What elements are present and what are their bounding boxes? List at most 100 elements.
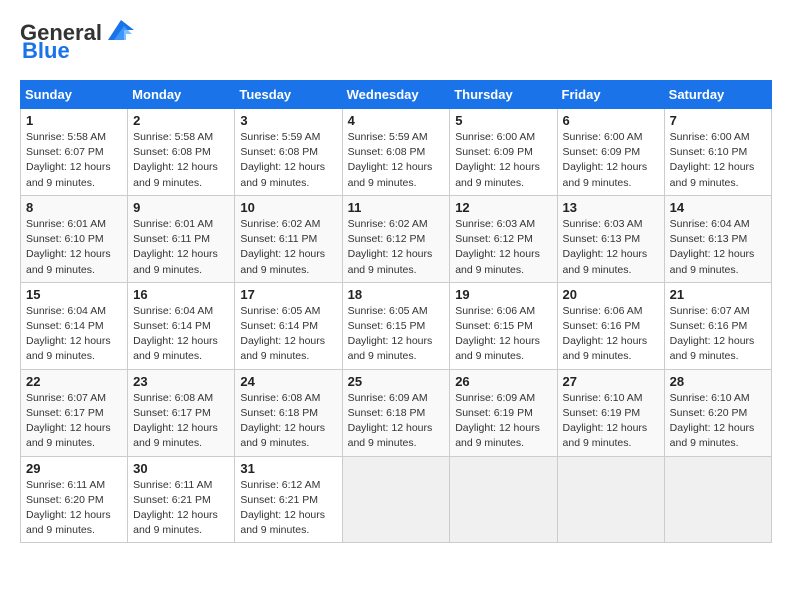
day-info: Sunrise: 6:02 AM Sunset: 6:12 PM Dayligh… — [348, 217, 445, 278]
calendar-header-row: SundayMondayTuesdayWednesdayThursdayFrid… — [21, 81, 772, 109]
day-number: 8 — [26, 200, 122, 215]
calendar-cell: 13 Sunrise: 6:03 AM Sunset: 6:13 PM Dayl… — [557, 195, 664, 282]
day-number: 25 — [348, 374, 445, 389]
day-number: 19 — [455, 287, 551, 302]
calendar-cell: 15 Sunrise: 6:04 AM Sunset: 6:14 PM Dayl… — [21, 282, 128, 369]
calendar-cell: 22 Sunrise: 6:07 AM Sunset: 6:17 PM Dayl… — [21, 369, 128, 456]
calendar-cell: 8 Sunrise: 6:01 AM Sunset: 6:10 PM Dayli… — [21, 195, 128, 282]
calendar-cell: 17 Sunrise: 6:05 AM Sunset: 6:14 PM Dayl… — [235, 282, 342, 369]
day-info: Sunrise: 6:00 AM Sunset: 6:09 PM Dayligh… — [563, 130, 659, 191]
day-number: 6 — [563, 113, 659, 128]
calendar-cell: 26 Sunrise: 6:09 AM Sunset: 6:19 PM Dayl… — [450, 369, 557, 456]
day-header-saturday: Saturday — [664, 81, 771, 109]
calendar-cell: 27 Sunrise: 6:10 AM Sunset: 6:19 PM Dayl… — [557, 369, 664, 456]
day-header-friday: Friday — [557, 81, 664, 109]
day-number: 18 — [348, 287, 445, 302]
day-number: 11 — [348, 200, 445, 215]
day-info: Sunrise: 6:04 AM Sunset: 6:13 PM Dayligh… — [670, 217, 766, 278]
day-number: 16 — [133, 287, 229, 302]
day-info: Sunrise: 6:06 AM Sunset: 6:15 PM Dayligh… — [455, 304, 551, 365]
day-number: 13 — [563, 200, 659, 215]
day-info: Sunrise: 6:03 AM Sunset: 6:13 PM Dayligh… — [563, 217, 659, 278]
logo-icon — [104, 16, 138, 44]
calendar-week-4: 22 Sunrise: 6:07 AM Sunset: 6:17 PM Dayl… — [21, 369, 772, 456]
day-number: 17 — [240, 287, 336, 302]
calendar-cell: 1 Sunrise: 5:58 AM Sunset: 6:07 PM Dayli… — [21, 109, 128, 196]
day-info: Sunrise: 6:09 AM Sunset: 6:19 PM Dayligh… — [455, 391, 551, 452]
calendar-cell: 20 Sunrise: 6:06 AM Sunset: 6:16 PM Dayl… — [557, 282, 664, 369]
day-number: 31 — [240, 461, 336, 476]
calendar-week-3: 15 Sunrise: 6:04 AM Sunset: 6:14 PM Dayl… — [21, 282, 772, 369]
day-info: Sunrise: 6:04 AM Sunset: 6:14 PM Dayligh… — [26, 304, 122, 365]
day-info: Sunrise: 6:01 AM Sunset: 6:10 PM Dayligh… — [26, 217, 122, 278]
day-info: Sunrise: 6:06 AM Sunset: 6:16 PM Dayligh… — [563, 304, 659, 365]
calendar-week-1: 1 Sunrise: 5:58 AM Sunset: 6:07 PM Dayli… — [21, 109, 772, 196]
day-number: 30 — [133, 461, 229, 476]
calendar-cell: 3 Sunrise: 5:59 AM Sunset: 6:08 PM Dayli… — [235, 109, 342, 196]
day-number: 15 — [26, 287, 122, 302]
day-info: Sunrise: 6:01 AM Sunset: 6:11 PM Dayligh… — [133, 217, 229, 278]
day-number: 29 — [26, 461, 122, 476]
day-info: Sunrise: 6:11 AM Sunset: 6:21 PM Dayligh… — [133, 478, 229, 539]
calendar-cell: 18 Sunrise: 6:05 AM Sunset: 6:15 PM Dayl… — [342, 282, 450, 369]
calendar-cell: 10 Sunrise: 6:02 AM Sunset: 6:11 PM Dayl… — [235, 195, 342, 282]
calendar-cell: 21 Sunrise: 6:07 AM Sunset: 6:16 PM Dayl… — [664, 282, 771, 369]
day-number: 2 — [133, 113, 229, 128]
day-number: 3 — [240, 113, 336, 128]
calendar-cell: 25 Sunrise: 6:09 AM Sunset: 6:18 PM Dayl… — [342, 369, 450, 456]
day-info: Sunrise: 6:11 AM Sunset: 6:20 PM Dayligh… — [26, 478, 122, 539]
day-header-wednesday: Wednesday — [342, 81, 450, 109]
day-info: Sunrise: 5:59 AM Sunset: 6:08 PM Dayligh… — [348, 130, 445, 191]
calendar-cell: 2 Sunrise: 5:58 AM Sunset: 6:08 PM Dayli… — [128, 109, 235, 196]
day-info: Sunrise: 6:05 AM Sunset: 6:15 PM Dayligh… — [348, 304, 445, 365]
calendar-cell: 12 Sunrise: 6:03 AM Sunset: 6:12 PM Dayl… — [450, 195, 557, 282]
calendar-cell: 5 Sunrise: 6:00 AM Sunset: 6:09 PM Dayli… — [450, 109, 557, 196]
page-header: General Blue — [20, 20, 772, 64]
calendar-cell — [450, 456, 557, 543]
day-header-sunday: Sunday — [21, 81, 128, 109]
day-number: 24 — [240, 374, 336, 389]
day-info: Sunrise: 6:08 AM Sunset: 6:18 PM Dayligh… — [240, 391, 336, 452]
day-number: 23 — [133, 374, 229, 389]
day-info: Sunrise: 5:58 AM Sunset: 6:08 PM Dayligh… — [133, 130, 229, 191]
day-number: 10 — [240, 200, 336, 215]
logo-blue-text: Blue — [22, 38, 70, 64]
calendar-cell: 9 Sunrise: 6:01 AM Sunset: 6:11 PM Dayli… — [128, 195, 235, 282]
day-number: 9 — [133, 200, 229, 215]
calendar-cell: 31 Sunrise: 6:12 AM Sunset: 6:21 PM Dayl… — [235, 456, 342, 543]
calendar-cell: 16 Sunrise: 6:04 AM Sunset: 6:14 PM Dayl… — [128, 282, 235, 369]
day-number: 14 — [670, 200, 766, 215]
logo: General Blue — [20, 20, 138, 64]
day-info: Sunrise: 5:59 AM Sunset: 6:08 PM Dayligh… — [240, 130, 336, 191]
day-number: 7 — [670, 113, 766, 128]
day-number: 21 — [670, 287, 766, 302]
day-info: Sunrise: 6:09 AM Sunset: 6:18 PM Dayligh… — [348, 391, 445, 452]
day-number: 28 — [670, 374, 766, 389]
calendar-cell: 30 Sunrise: 6:11 AM Sunset: 6:21 PM Dayl… — [128, 456, 235, 543]
calendar-cell — [664, 456, 771, 543]
day-number: 20 — [563, 287, 659, 302]
day-number: 26 — [455, 374, 551, 389]
calendar-table: SundayMondayTuesdayWednesdayThursdayFrid… — [20, 80, 772, 543]
day-info: Sunrise: 6:02 AM Sunset: 6:11 PM Dayligh… — [240, 217, 336, 278]
day-number: 12 — [455, 200, 551, 215]
calendar-cell: 19 Sunrise: 6:06 AM Sunset: 6:15 PM Dayl… — [450, 282, 557, 369]
calendar-cell: 11 Sunrise: 6:02 AM Sunset: 6:12 PM Dayl… — [342, 195, 450, 282]
day-number: 1 — [26, 113, 122, 128]
day-info: Sunrise: 5:58 AM Sunset: 6:07 PM Dayligh… — [26, 130, 122, 191]
day-info: Sunrise: 6:08 AM Sunset: 6:17 PM Dayligh… — [133, 391, 229, 452]
calendar-cell — [557, 456, 664, 543]
calendar-cell: 29 Sunrise: 6:11 AM Sunset: 6:20 PM Dayl… — [21, 456, 128, 543]
day-info: Sunrise: 6:10 AM Sunset: 6:19 PM Dayligh… — [563, 391, 659, 452]
calendar-cell: 7 Sunrise: 6:00 AM Sunset: 6:10 PM Dayli… — [664, 109, 771, 196]
day-info: Sunrise: 6:12 AM Sunset: 6:21 PM Dayligh… — [240, 478, 336, 539]
day-info: Sunrise: 6:10 AM Sunset: 6:20 PM Dayligh… — [670, 391, 766, 452]
calendar-week-5: 29 Sunrise: 6:11 AM Sunset: 6:20 PM Dayl… — [21, 456, 772, 543]
day-header-monday: Monday — [128, 81, 235, 109]
calendar-cell — [342, 456, 450, 543]
day-header-thursday: Thursday — [450, 81, 557, 109]
day-info: Sunrise: 6:03 AM Sunset: 6:12 PM Dayligh… — [455, 217, 551, 278]
day-info: Sunrise: 6:05 AM Sunset: 6:14 PM Dayligh… — [240, 304, 336, 365]
day-number: 5 — [455, 113, 551, 128]
day-number: 27 — [563, 374, 659, 389]
